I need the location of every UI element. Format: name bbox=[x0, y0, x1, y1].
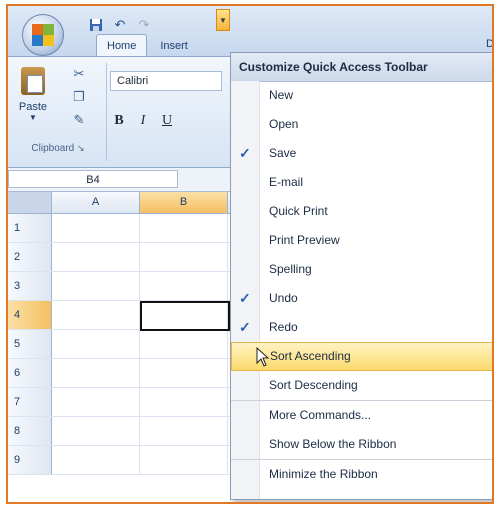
title-bar: ↶ ↷ ▼ Home Insert Da bbox=[8, 6, 494, 57]
clipboard-icon bbox=[21, 67, 45, 95]
cell[interactable] bbox=[140, 330, 228, 358]
menu-item-email[interactable]: E-mail bbox=[231, 168, 492, 197]
cell[interactable] bbox=[52, 214, 140, 242]
menu-item-minimize-ribbon[interactable]: Minimize the Ribbon bbox=[231, 459, 492, 489]
cell[interactable] bbox=[52, 272, 140, 300]
row-header-selected[interactable]: 4 bbox=[8, 301, 52, 329]
quick-access-toolbar: ↶ ↷ bbox=[86, 16, 154, 34]
menu-item-undo[interactable]: ✓ Undo bbox=[231, 284, 492, 313]
menu-item-new[interactable]: New bbox=[231, 81, 492, 110]
customize-qat-menu: Customize Quick Access Toolbar New Open … bbox=[230, 52, 492, 500]
menu-item-label: Print Preview bbox=[269, 233, 340, 247]
menu-item-label: Open bbox=[269, 117, 299, 131]
menu-item-label: Sort Ascending bbox=[270, 349, 351, 363]
menu-items: New Open ✓ Save E-mail Quick Print Print … bbox=[231, 81, 492, 489]
checkmark-icon: ✓ bbox=[239, 290, 251, 306]
cell[interactable] bbox=[140, 272, 228, 300]
group-label-text: Clipboard bbox=[31, 143, 75, 154]
format-painter-icon[interactable]: ✎ bbox=[70, 111, 88, 129]
name-box[interactable]: B4 bbox=[8, 170, 178, 188]
cell[interactable] bbox=[52, 359, 140, 387]
menu-item-label: Quick Print bbox=[269, 204, 328, 218]
cell[interactable] bbox=[52, 301, 140, 329]
menu-item-open[interactable]: Open bbox=[231, 110, 492, 139]
row-header[interactable]: 5 bbox=[8, 330, 52, 358]
cell[interactable] bbox=[140, 359, 228, 387]
menu-item-label: E-mail bbox=[269, 175, 304, 189]
menu-item-label: Spelling bbox=[269, 262, 312, 276]
select-all-corner[interactable] bbox=[8, 192, 52, 213]
row-header[interactable]: 3 bbox=[8, 272, 52, 300]
paste-label: Paste bbox=[18, 101, 48, 113]
row-header[interactable]: 2 bbox=[8, 243, 52, 271]
save-icon[interactable] bbox=[86, 16, 106, 34]
menu-title: Customize Quick Access Toolbar bbox=[231, 53, 492, 82]
tab-insert[interactable]: Insert bbox=[149, 34, 199, 57]
font-name-box[interactable]: Calibri bbox=[110, 71, 222, 91]
cell[interactable] bbox=[140, 446, 228, 474]
row-header[interactable]: 7 bbox=[8, 388, 52, 416]
cell[interactable] bbox=[52, 446, 140, 474]
office-logo-icon bbox=[32, 24, 54, 46]
menu-item-label: Undo bbox=[269, 291, 298, 305]
row-header[interactable]: 8 bbox=[8, 417, 52, 445]
menu-item-label: Show Below the Ribbon bbox=[269, 437, 397, 451]
cell[interactable] bbox=[140, 417, 228, 445]
mouse-pointer-icon bbox=[256, 347, 270, 367]
cut-icon[interactable]: ✂ bbox=[70, 65, 88, 83]
underline-button[interactable]: U bbox=[160, 113, 174, 129]
menu-item-label: Redo bbox=[269, 320, 298, 334]
customize-qat-dropdown-button[interactable]: ▼ bbox=[216, 9, 230, 31]
redo-icon[interactable]: ↷ bbox=[134, 16, 154, 34]
menu-item-label: More Commands... bbox=[269, 408, 372, 422]
menu-item-sort-descending[interactable]: Sort Descending bbox=[231, 371, 492, 400]
menu-item-label: Sort Descending bbox=[269, 378, 358, 392]
clipboard-tools: ✂ ❐ ✎ bbox=[70, 65, 88, 129]
checkmark-icon: ✓ bbox=[239, 145, 251, 161]
menu-item-sort-ascending[interactable]: Sort Ascending bbox=[231, 342, 492, 371]
tab-home[interactable]: Home bbox=[96, 34, 148, 57]
menu-item-quick-print[interactable]: Quick Print bbox=[231, 197, 492, 226]
chevron-down-icon: ▼ bbox=[219, 15, 227, 25]
column-header-b[interactable]: B bbox=[140, 192, 228, 213]
bold-button[interactable]: B bbox=[112, 113, 126, 129]
cell[interactable] bbox=[140, 243, 228, 271]
undo-icon[interactable]: ↶ bbox=[110, 16, 130, 34]
menu-item-redo[interactable]: ✓ Redo bbox=[231, 313, 492, 342]
paste-button[interactable]: Paste ▼ bbox=[16, 65, 50, 135]
cell[interactable] bbox=[52, 417, 140, 445]
cell[interactable] bbox=[140, 388, 228, 416]
checkmark-icon: ✓ bbox=[239, 319, 251, 335]
chevron-down-icon: ▼ bbox=[29, 113, 37, 122]
office-button[interactable] bbox=[22, 14, 64, 56]
menu-item-label: Save bbox=[269, 146, 297, 160]
excel-window: ↶ ↷ ▼ Home Insert Da Paste ▼ ✂ ❐ ✎ Calib… bbox=[6, 4, 494, 504]
menu-item-print-preview[interactable]: Print Preview bbox=[231, 226, 492, 255]
menu-item-label: New bbox=[269, 88, 294, 102]
cell[interactable] bbox=[52, 243, 140, 271]
tab-overflow-label: Da bbox=[486, 38, 494, 50]
cell[interactable] bbox=[140, 214, 228, 242]
copy-icon[interactable]: ❐ bbox=[70, 88, 88, 106]
menu-item-save[interactable]: ✓ Save bbox=[231, 139, 492, 168]
row-header[interactable]: 1 bbox=[8, 214, 52, 242]
menu-item-label: Minimize the Ribbon bbox=[269, 467, 378, 481]
active-cell-b4[interactable] bbox=[140, 301, 230, 331]
ribbon-tabs: Home Insert bbox=[96, 34, 199, 57]
cell[interactable] bbox=[52, 388, 140, 416]
row-header[interactable]: 9 bbox=[8, 446, 52, 474]
column-header-a[interactable]: A bbox=[52, 192, 140, 213]
menu-item-more-commands[interactable]: More Commands... bbox=[231, 400, 492, 430]
dialog-launcher-icon[interactable]: ↘ bbox=[77, 143, 85, 153]
menu-item-spelling[interactable]: Spelling bbox=[231, 255, 492, 284]
clipboard-group-label: Clipboard ↘ bbox=[8, 143, 108, 154]
italic-button[interactable]: I bbox=[136, 113, 150, 129]
cell[interactable] bbox=[52, 330, 140, 358]
row-header[interactable]: 6 bbox=[8, 359, 52, 387]
menu-item-show-below-ribbon[interactable]: Show Below the Ribbon bbox=[231, 430, 492, 459]
font-format-buttons: B I U bbox=[112, 113, 174, 129]
